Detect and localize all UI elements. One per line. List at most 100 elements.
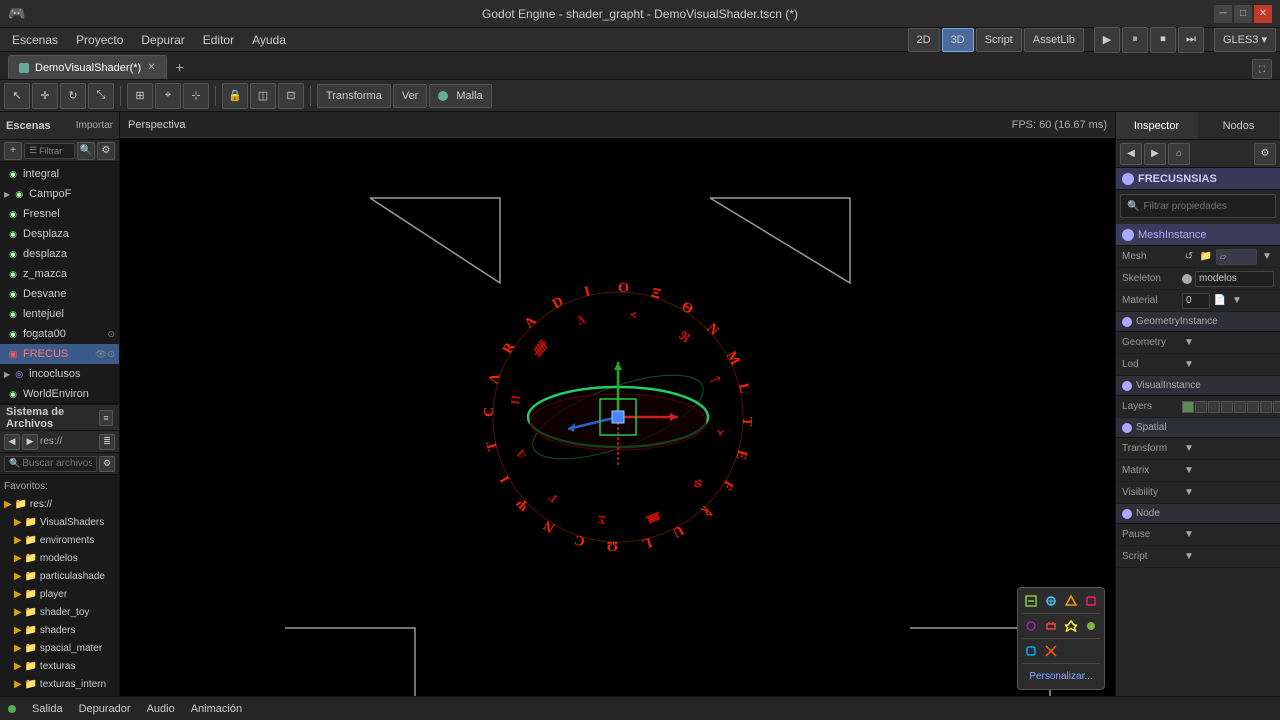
inspector-home-button[interactable]: ⌂ bbox=[1168, 143, 1190, 165]
file-item-spacial-mater[interactable]: ▶ 📁spacial_mater bbox=[0, 639, 119, 657]
file-item-visualshaders[interactable]: ▶ 📁VisualShaders bbox=[0, 513, 119, 531]
material-expand-button[interactable]: ▼ bbox=[1230, 294, 1244, 308]
nav-fwd-button[interactable]: ▶ bbox=[22, 434, 38, 450]
transform-expand[interactable]: ▼ bbox=[1182, 442, 1196, 456]
debugger-label[interactable]: Depurador bbox=[79, 703, 131, 715]
scene-search-button[interactable]: 🔍 bbox=[77, 142, 95, 160]
layer-5[interactable] bbox=[1234, 401, 1246, 413]
file-item-texturas-intern[interactable]: ▶ 📁texturas_intern bbox=[0, 675, 119, 693]
transform-button[interactable]: Transforma bbox=[317, 84, 391, 108]
tab-demo-visual-shader[interactable]: DemoVisualShader(*) ✕ bbox=[8, 55, 167, 79]
mesh-expand-button[interactable]: ▼ bbox=[1260, 250, 1274, 264]
ungroup-button[interactable]: ⊡ bbox=[278, 83, 304, 109]
tree-item-campof[interactable]: ▶◉CampoF bbox=[0, 184, 119, 204]
nav-back-button[interactable]: ◀ bbox=[4, 434, 20, 450]
file-item-shaders[interactable]: ▶ 📁shaders bbox=[0, 621, 119, 639]
tab-close-button[interactable]: ✕ bbox=[147, 62, 155, 73]
geometry-section-header[interactable]: GeometryInstance bbox=[1116, 312, 1280, 332]
popup-btn-2[interactable] bbox=[1042, 592, 1060, 610]
file-item-res---[interactable]: ▶ 📁res:// bbox=[0, 495, 119, 513]
expand-viewport-button[interactable]: ⛶ bbox=[1252, 59, 1272, 79]
tree-item-lentejuel[interactable]: ◉lentejuel bbox=[0, 304, 119, 324]
popup-btn-3[interactable] bbox=[1062, 592, 1080, 610]
popup-btn-7[interactable] bbox=[1062, 617, 1080, 635]
maximize-button[interactable]: □ bbox=[1234, 5, 1252, 23]
audio-label[interactable]: Audio bbox=[147, 703, 175, 715]
step-button[interactable]: ⏭ bbox=[1178, 27, 1204, 53]
visual-section-header[interactable]: VisualInstance bbox=[1116, 376, 1280, 396]
import-button[interactable]: Importar bbox=[76, 120, 113, 131]
minimize-button[interactable]: ─ bbox=[1214, 5, 1232, 23]
file-system-options[interactable]: ≡ bbox=[99, 410, 113, 426]
popup-btn-4[interactable] bbox=[1082, 592, 1100, 610]
mode-script-button[interactable]: Script bbox=[976, 28, 1022, 52]
mode-3d-button[interactable]: 3D bbox=[942, 28, 974, 52]
file-item-visualshader2[interactable]: ▶ 📁visualshader2 bbox=[0, 693, 119, 696]
node-section-header[interactable]: Node bbox=[1116, 504, 1280, 524]
file-item-shader-toy[interactable]: ▶ 📁shader_toy bbox=[0, 603, 119, 621]
select-mode-button[interactable]: ↖ bbox=[4, 83, 30, 109]
popup-customize-button[interactable]: Personalizar... bbox=[1022, 667, 1100, 685]
tree-item-z_mazca[interactable]: ◉z_mazca bbox=[0, 264, 119, 284]
output-label[interactable]: Salida bbox=[32, 703, 63, 715]
layer-3[interactable] bbox=[1208, 401, 1220, 413]
inspector-search-input[interactable] bbox=[1143, 201, 1275, 212]
close-button[interactable]: ✕ bbox=[1254, 5, 1272, 23]
layer-7[interactable] bbox=[1260, 401, 1272, 413]
file-search-options[interactable]: ⚙ bbox=[99, 456, 115, 472]
play-button[interactable]: ▶ bbox=[1094, 27, 1120, 53]
add-node-button[interactable]: + bbox=[4, 142, 22, 160]
layer-4[interactable] bbox=[1221, 401, 1233, 413]
material-new-button[interactable]: 📄 bbox=[1213, 294, 1227, 308]
tree-item-desvane[interactable]: ◉Desvane bbox=[0, 284, 119, 304]
scene-options-button[interactable]: ⚙ bbox=[97, 142, 115, 160]
tree-item-fresnel[interactable]: ◉Fresnel bbox=[0, 204, 119, 224]
mode-assetlib-button[interactable]: AssetLib bbox=[1024, 28, 1084, 52]
popup-btn-8[interactable] bbox=[1082, 617, 1100, 635]
menu-ayuda[interactable]: Ayuda bbox=[244, 31, 294, 49]
layer-1[interactable] bbox=[1182, 401, 1194, 413]
file-item-particulashade[interactable]: ▶ 📁particulashade bbox=[0, 567, 119, 585]
visibility-expand[interactable]: ▼ bbox=[1182, 486, 1196, 500]
inspector-fwd-button[interactable]: ▶ bbox=[1144, 143, 1166, 165]
animation-label[interactable]: Animación bbox=[191, 703, 242, 715]
file-item-modelos[interactable]: ▶ 📁modelos bbox=[0, 549, 119, 567]
mesh-value-display[interactable]: ▱ bbox=[1216, 249, 1257, 265]
use-local-coords-button[interactable]: ⌖ bbox=[155, 83, 181, 109]
menu-editor[interactable]: Editor bbox=[195, 31, 242, 49]
pause-expand[interactable]: ▼ bbox=[1182, 528, 1196, 542]
gles-version-button[interactable]: GLES3 ▾ bbox=[1214, 28, 1276, 52]
tab-nodos[interactable]: Nodos bbox=[1198, 112, 1280, 139]
stop-button[interactable]: ⏹ bbox=[1150, 27, 1176, 53]
popup-btn-10[interactable] bbox=[1042, 642, 1060, 660]
tree-item-desplaza[interactable]: ◉Desplaza bbox=[0, 224, 119, 244]
tree-item-fogata00[interactable]: ◉fogata00⊙ bbox=[0, 324, 119, 344]
file-item-enviroments[interactable]: ▶ 📁enviroments bbox=[0, 531, 119, 549]
matrix-expand[interactable]: ▼ bbox=[1182, 464, 1196, 478]
popup-btn-9[interactable] bbox=[1022, 642, 1040, 660]
scale-mode-button[interactable]: ⤡ bbox=[88, 83, 114, 109]
rotate-mode-button[interactable]: ↻ bbox=[60, 83, 86, 109]
tab-inspector[interactable]: Inspector bbox=[1116, 112, 1198, 139]
material-index[interactable]: 0 bbox=[1182, 293, 1210, 309]
ver-button[interactable]: Ver bbox=[393, 84, 428, 108]
mesh-reset-button[interactable]: ↺ bbox=[1182, 250, 1196, 264]
use-snap-button[interactable]: ⊹ bbox=[183, 83, 209, 109]
geometry-expand[interactable]: ▼ bbox=[1182, 336, 1196, 350]
lod-expand[interactable]: ▼ bbox=[1182, 358, 1196, 372]
viewport[interactable]: Perspectiva FPS: 60 (16.67 ms) bbox=[120, 112, 1115, 696]
menu-depurar[interactable]: Depurar bbox=[133, 31, 192, 49]
tab-add-button[interactable]: + bbox=[169, 56, 191, 78]
layer-2[interactable] bbox=[1195, 401, 1207, 413]
layer-6[interactable] bbox=[1247, 401, 1259, 413]
mesh-load-button[interactable]: 📁 bbox=[1199, 250, 1213, 264]
menu-escenas[interactable]: Escenas bbox=[4, 31, 66, 49]
malla-button[interactable]: Malla bbox=[429, 84, 491, 108]
file-view-toggle[interactable]: ≣ bbox=[99, 434, 115, 450]
tree-item-integral[interactable]: ◉integral bbox=[0, 164, 119, 184]
file-search-input[interactable] bbox=[22, 458, 92, 469]
mode-2d-button[interactable]: 2D bbox=[908, 28, 940, 52]
tree-item-desplaza[interactable]: ◉desplaza bbox=[0, 244, 119, 264]
spatial-section-header[interactable]: Spatial bbox=[1116, 418, 1280, 438]
popup-btn-1[interactable] bbox=[1022, 592, 1040, 610]
